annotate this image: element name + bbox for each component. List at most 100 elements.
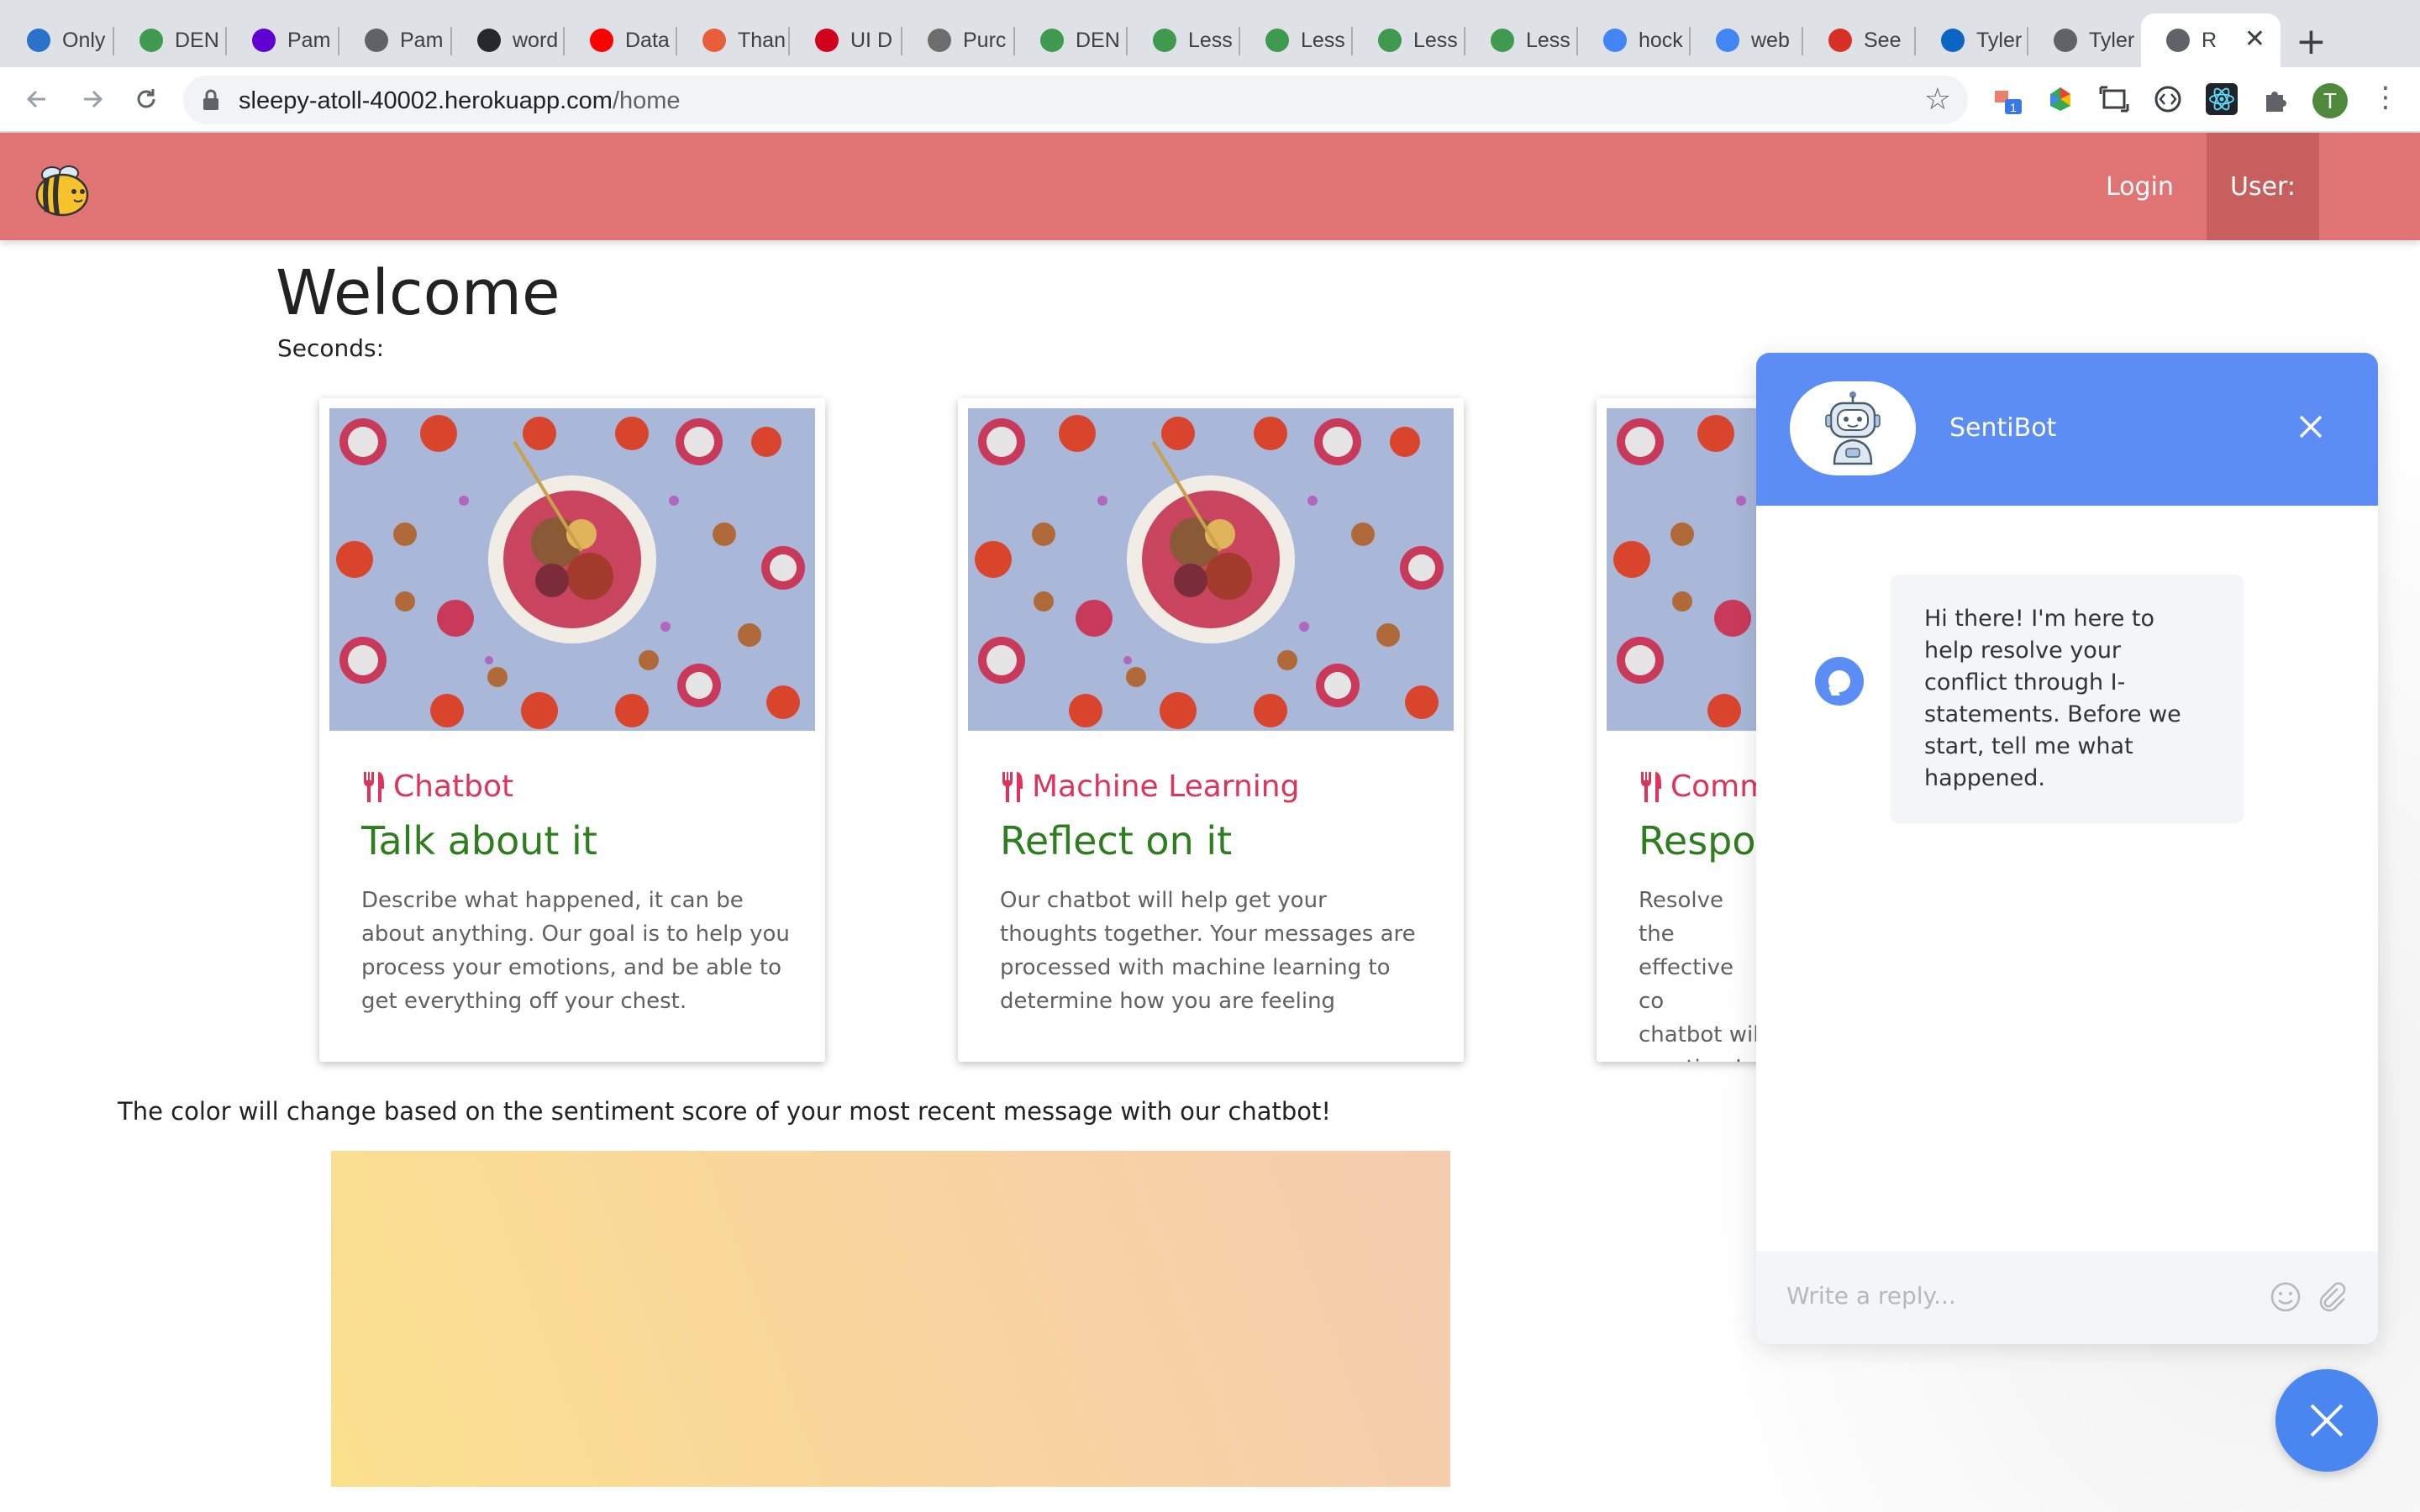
react-devtools-icon[interactable] xyxy=(2205,82,2238,116)
sentiment-color-box xyxy=(331,1151,1450,1487)
browser-tab[interactable]: word xyxy=(452,13,565,67)
tab-close-icon[interactable]: ✕ xyxy=(2244,27,2265,52)
browser-tab[interactable]: See xyxy=(1803,13,1916,67)
profile-avatar[interactable]: T xyxy=(2312,83,2348,118)
tab-label: Pam xyxy=(287,28,331,52)
browser-tab[interactable]: Less xyxy=(1128,13,1240,67)
bot-message-bubble: Hi there! I'm here to help resolve your … xyxy=(1891,575,2244,823)
globe-icon xyxy=(2054,29,2077,52)
browser-tab[interactable]: Less xyxy=(1465,13,1578,67)
back-button[interactable] xyxy=(20,82,54,116)
browser-tab[interactable]: UI D xyxy=(790,13,902,67)
tab-label: Than xyxy=(738,28,786,52)
tab-label: Less xyxy=(1188,28,1233,52)
bee-logo[interactable] xyxy=(32,163,96,217)
bookmark-star-icon[interactable]: ☆ xyxy=(1924,82,1951,117)
browser-tab[interactable]: Tyler xyxy=(1916,13,2028,67)
chat-input-bar: Write a reply... xyxy=(1756,1252,2378,1344)
tab-label: Less xyxy=(1413,28,1458,52)
mail-icon xyxy=(27,29,50,52)
browser-tab[interactable]: Less xyxy=(1353,13,1465,67)
browser-tab[interactable]: Purc xyxy=(902,13,1015,67)
extension-icon[interactable]: 1 xyxy=(1991,82,2025,116)
arrow-left-icon xyxy=(26,90,45,108)
food-bowl-image xyxy=(329,408,815,731)
tree-icon xyxy=(928,29,951,52)
chat-messages: Hi there! I'm here to help resolve your … xyxy=(1756,506,2378,1252)
forward-button[interactable] xyxy=(76,82,109,116)
feature-card: Machine Learning Reflect on it Our chatb… xyxy=(958,398,1464,1062)
browser-tab[interactable]: Only xyxy=(2,13,114,67)
browser-tab[interactable]: R ✕ xyxy=(2141,13,2281,67)
screenshot-extension-icon[interactable] xyxy=(2097,82,2131,116)
arrow-right-icon xyxy=(84,90,103,108)
browser-tab[interactable]: Than xyxy=(677,13,790,67)
browser-tab[interactable]: DEN xyxy=(1015,13,1128,67)
card-category-label: Chatbot xyxy=(393,769,514,804)
tab-label: hock xyxy=(1639,28,1683,52)
card-category: Machine Learning xyxy=(1000,769,1299,804)
cube-icon xyxy=(1153,29,1176,52)
card-title: Talk about it xyxy=(361,818,597,864)
browser-menu-icon[interactable]: ⋮ xyxy=(2371,81,2400,114)
tab-label: Less xyxy=(1301,28,1345,52)
browser-tab[interactable]: web xyxy=(1691,13,1803,67)
card-category: Chatbot xyxy=(361,769,513,804)
card-title: Reflect on it xyxy=(1000,818,1233,864)
gmail-icon xyxy=(1828,29,1852,52)
tab-label: R xyxy=(2202,28,2217,52)
browser-tab[interactable]: Less xyxy=(1240,13,1353,67)
chat-header: SentiBot xyxy=(1756,353,2378,506)
cube-icon xyxy=(139,29,163,52)
seconds-label: Seconds: xyxy=(277,334,385,362)
attachment-icon[interactable] xyxy=(2314,1278,2349,1314)
sentiment-description: The color will change based on the senti… xyxy=(118,1097,1332,1126)
food-bowl-image xyxy=(968,408,1454,731)
color-picker-extension-icon[interactable] xyxy=(2044,82,2077,116)
browser-tab[interactable]: DEN xyxy=(114,13,227,67)
address-bar[interactable]: sleepy-atoll-40002.herokuapp.com/home ☆ xyxy=(183,76,1968,124)
nav-user-link[interactable]: User: xyxy=(2207,133,2319,240)
browser-tab[interactable]: Data xyxy=(565,13,677,67)
feature-card: Chatbot Talk about it Describe what happ… xyxy=(319,398,825,1062)
tab-label: DEN xyxy=(175,28,219,52)
chat-close-button[interactable] xyxy=(2294,410,2328,444)
nav-login-link[interactable]: Login xyxy=(2075,133,2204,240)
cube-icon xyxy=(1491,29,1514,52)
code-extension-icon[interactable] xyxy=(2151,82,2185,116)
google-icon xyxy=(1716,29,1739,52)
tab-label: Data xyxy=(625,28,670,52)
globe-icon xyxy=(365,29,388,52)
tab-label: Only xyxy=(62,28,106,52)
browser-toolbar: sleepy-atoll-40002.herokuapp.com/home ☆ … xyxy=(0,67,2420,133)
new-tab-button[interactable]: + xyxy=(2296,18,2327,66)
tab-label: Pam xyxy=(400,28,444,52)
close-icon xyxy=(2310,1404,2344,1437)
puzzle-extensions-icon[interactable] xyxy=(2259,82,2292,116)
url-text: sleepy-atoll-40002.herokuapp.com/home xyxy=(239,87,681,114)
emoji-icon[interactable] xyxy=(2269,1280,2302,1314)
card-description: Our chatbot will help get your thoughts … xyxy=(1000,888,1416,1014)
tab-label: Purc xyxy=(963,28,1007,52)
google-icon xyxy=(1603,29,1627,52)
browser-tab[interactable]: Pam xyxy=(227,13,339,67)
browser-tab[interactable]: Tyler xyxy=(2028,13,2141,67)
youtube-icon xyxy=(590,29,613,52)
reload-button[interactable] xyxy=(129,82,163,116)
browser-tab[interactable]: Pam xyxy=(339,13,452,67)
chat-reply-input[interactable]: Write a reply... xyxy=(1786,1282,1956,1310)
lock-icon xyxy=(203,89,218,110)
cube-icon xyxy=(1265,29,1289,52)
bot-name: SentiBot xyxy=(1949,413,2057,443)
page-title: Welcome xyxy=(276,257,560,329)
close-icon xyxy=(2299,415,2323,438)
tab-label: word xyxy=(513,28,559,52)
chat-toggle-button[interactable] xyxy=(2275,1369,2378,1472)
reload-icon xyxy=(137,89,155,108)
tab-label: DEN xyxy=(1076,28,1120,52)
svg-text:1: 1 xyxy=(2010,101,2017,114)
browser-tab[interactable]: hock xyxy=(1578,13,1691,67)
card-category-label: Machine Learning xyxy=(1032,769,1300,804)
cube-icon xyxy=(1040,29,1064,52)
globe-icon xyxy=(2166,29,2190,52)
